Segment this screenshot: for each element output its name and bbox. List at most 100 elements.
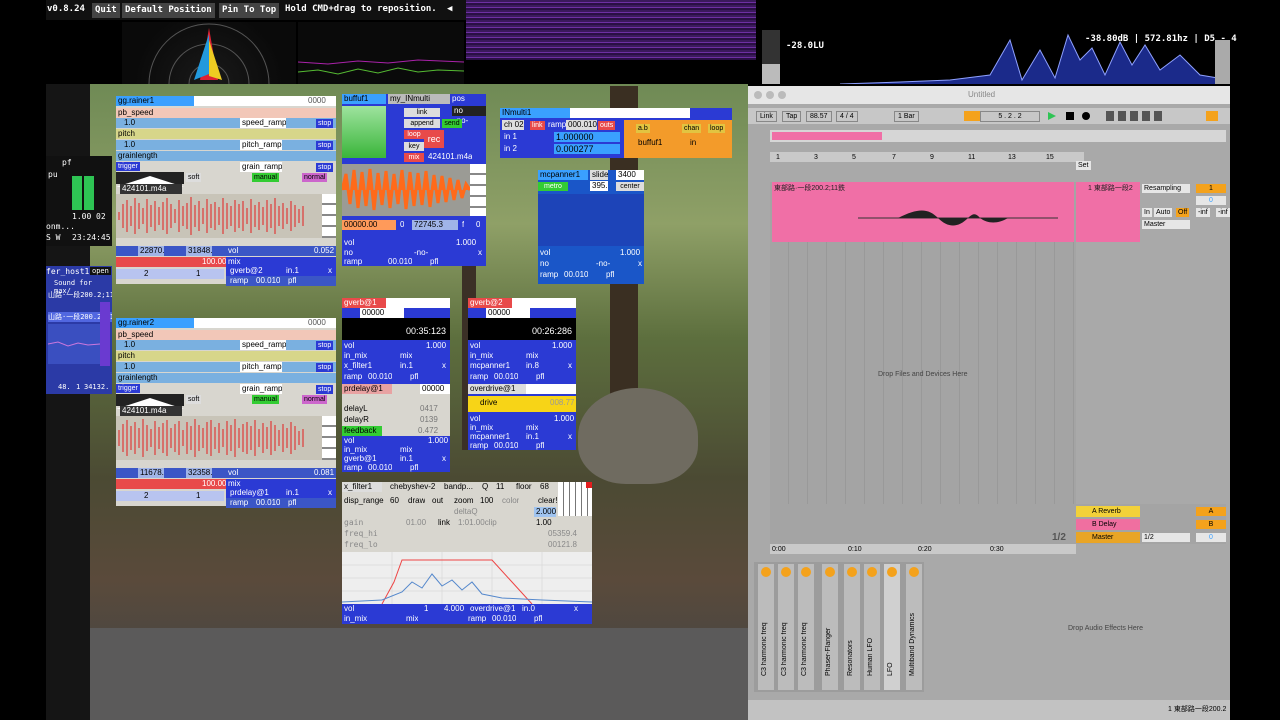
time-signature[interactable]: 4 / 4 [836, 111, 858, 122]
module-title[interactable]: gverb@1 [342, 298, 386, 308]
gverb-number[interactable]: 00000 [486, 308, 530, 318]
input-type-select[interactable]: Resampling [1142, 184, 1190, 193]
loop-button[interactable]: loop [404, 130, 424, 139]
ramp-value[interactable]: 00.010 [492, 372, 518, 382]
key-button[interactable]: key [404, 142, 424, 151]
draw-button[interactable]: draw [406, 496, 425, 506]
loop-button[interactable]: loop [708, 124, 726, 133]
pfl-label[interactable]: pfl [532, 614, 542, 624]
close-icon[interactable]: x [566, 432, 572, 442]
stop-button[interactable]: stop [316, 163, 334, 172]
pfl-label[interactable]: pfl [286, 276, 296, 286]
module-title[interactable]: INmulti1 [500, 108, 570, 118]
length-value[interactable]: 72745.3 [412, 220, 458, 230]
ramp-value[interactable]: 00.010 [490, 614, 516, 624]
link-button[interactable]: Link [756, 111, 777, 122]
default-position-button[interactable]: Default Position [122, 3, 215, 18]
buffer-name[interactable]: my_INmulti [388, 94, 450, 104]
vol-value[interactable]: 1.000 [454, 238, 476, 248]
link-button[interactable]: link [530, 121, 545, 130]
filter-type[interactable]: chebyshev-2 [388, 482, 435, 492]
set-button[interactable]: Set [1076, 161, 1091, 170]
tap-button[interactable]: Tap [782, 111, 802, 122]
value-2[interactable]: 1.0 [122, 140, 135, 150]
dest-label[interactable]: gverb@2 [228, 266, 263, 276]
module-title[interactable]: gg.rainer2 [116, 318, 194, 328]
master-io-select[interactable]: 1/2 [1142, 533, 1190, 542]
gain-value[interactable]: 01.00 [404, 518, 426, 528]
stop-button[interactable]: stop [316, 363, 334, 372]
normal-toggle[interactable]: normal [302, 173, 328, 182]
dest-label[interactable]: overdrive@1 [468, 604, 515, 614]
feedback-value[interactable]: 0.472 [416, 426, 438, 436]
floor-value[interactable]: 68 [538, 482, 549, 492]
pfl-label[interactable]: pfl [534, 372, 544, 382]
value-1[interactable]: 1.0 [122, 340, 135, 350]
clip-value[interactable]: 1.00 [534, 518, 552, 528]
freq-hi-value[interactable]: 05359.4 [546, 529, 577, 539]
delayl-value[interactable]: 0417 [418, 404, 438, 414]
pfl-label[interactable]: pfl [604, 270, 614, 280]
off-button[interactable]: Off [1176, 208, 1190, 217]
zero-value[interactable]: 0 [398, 220, 404, 230]
zoom-value[interactable]: 100 [478, 496, 493, 506]
side-controls[interactable] [322, 194, 336, 238]
stop-button[interactable]: stop [316, 141, 334, 150]
pfl-label[interactable]: pfl [408, 372, 418, 382]
close-icon[interactable]: x [636, 259, 642, 269]
module-title[interactable]: prdelay@1 [342, 384, 392, 394]
vol-value[interactable]: 0.052 [312, 246, 334, 256]
follow-button[interactable] [964, 111, 980, 121]
append-button[interactable]: append [404, 119, 440, 128]
value-1[interactable]: 1.0 [122, 118, 135, 128]
close-icon[interactable]: x [566, 361, 572, 371]
center-button[interactable]: center [616, 182, 644, 191]
stretch-value[interactable]: 100.00 [200, 479, 226, 489]
vol-value[interactable]: 1.000 [426, 436, 448, 446]
start-value[interactable]: 22870. [138, 246, 165, 256]
rec-button[interactable]: rec [424, 130, 444, 148]
close-icon[interactable]: x [476, 248, 482, 258]
soft-toggle[interactable]: soft [186, 395, 202, 404]
value-2[interactable]: 1.0 [122, 362, 135, 372]
tempo-field[interactable]: 88.57 [806, 111, 832, 122]
return-b-letter[interactable]: B [1196, 520, 1226, 529]
dest-label[interactable]: mcpanner1 [468, 361, 510, 371]
length-value[interactable]: 32358. [186, 468, 213, 478]
chan-button[interactable]: chan [682, 124, 702, 133]
vol-value[interactable]: 1.000 [618, 248, 640, 258]
vol-value[interactable]: 1.000 [552, 414, 574, 424]
vol-value[interactable]: 1.000 [550, 341, 572, 351]
close-icon[interactable]: x [572, 604, 578, 614]
start-value[interactable]: 11678. [138, 468, 164, 478]
zoom-window-icon[interactable] [778, 91, 786, 99]
module-title[interactable]: buffuf1 [342, 94, 386, 104]
one-value[interactable]: 1 [194, 269, 200, 279]
in2-value[interactable]: 0.000277 [554, 144, 620, 154]
one-value[interactable]: 1 [422, 604, 428, 614]
disp-range-value[interactable]: 60 [388, 496, 399, 506]
stop-button[interactable]: stop [316, 385, 334, 394]
quit-button[interactable]: Quit [92, 3, 120, 18]
gverb-number[interactable]: 00000 [360, 308, 404, 318]
master-value[interactable]: 0 [1196, 533, 1226, 542]
mix-button[interactable]: mix [404, 153, 424, 162]
ramp-value[interactable]: 00.010 [366, 372, 392, 382]
auto-button[interactable]: Auto [1154, 208, 1173, 217]
metro-button[interactable]: metro [538, 182, 568, 191]
deltaq-value[interactable]: 2.000 [534, 507, 557, 517]
soft-toggle[interactable]: soft [186, 173, 202, 182]
module-title[interactable]: mcpanner1 [538, 170, 588, 180]
play-icon[interactable] [1048, 112, 1056, 120]
return-a-letter[interactable]: A [1196, 507, 1226, 516]
dest-label[interactable]: x_filter1 [342, 361, 372, 371]
quantize-select[interactable]: 1 Bar [894, 111, 919, 122]
stop-button[interactable]: stop [316, 341, 334, 350]
pfl-label[interactable]: pfl [286, 498, 296, 508]
pfl-label[interactable]: pfl [534, 441, 544, 451]
track-number[interactable]: 1 [1196, 184, 1226, 193]
vol-value[interactable]: 1.000 [424, 341, 446, 351]
dest-label[interactable]: prdelay@1 [228, 488, 269, 498]
p-value[interactable]: 2 [142, 269, 148, 279]
f-button[interactable]: f [460, 220, 464, 230]
